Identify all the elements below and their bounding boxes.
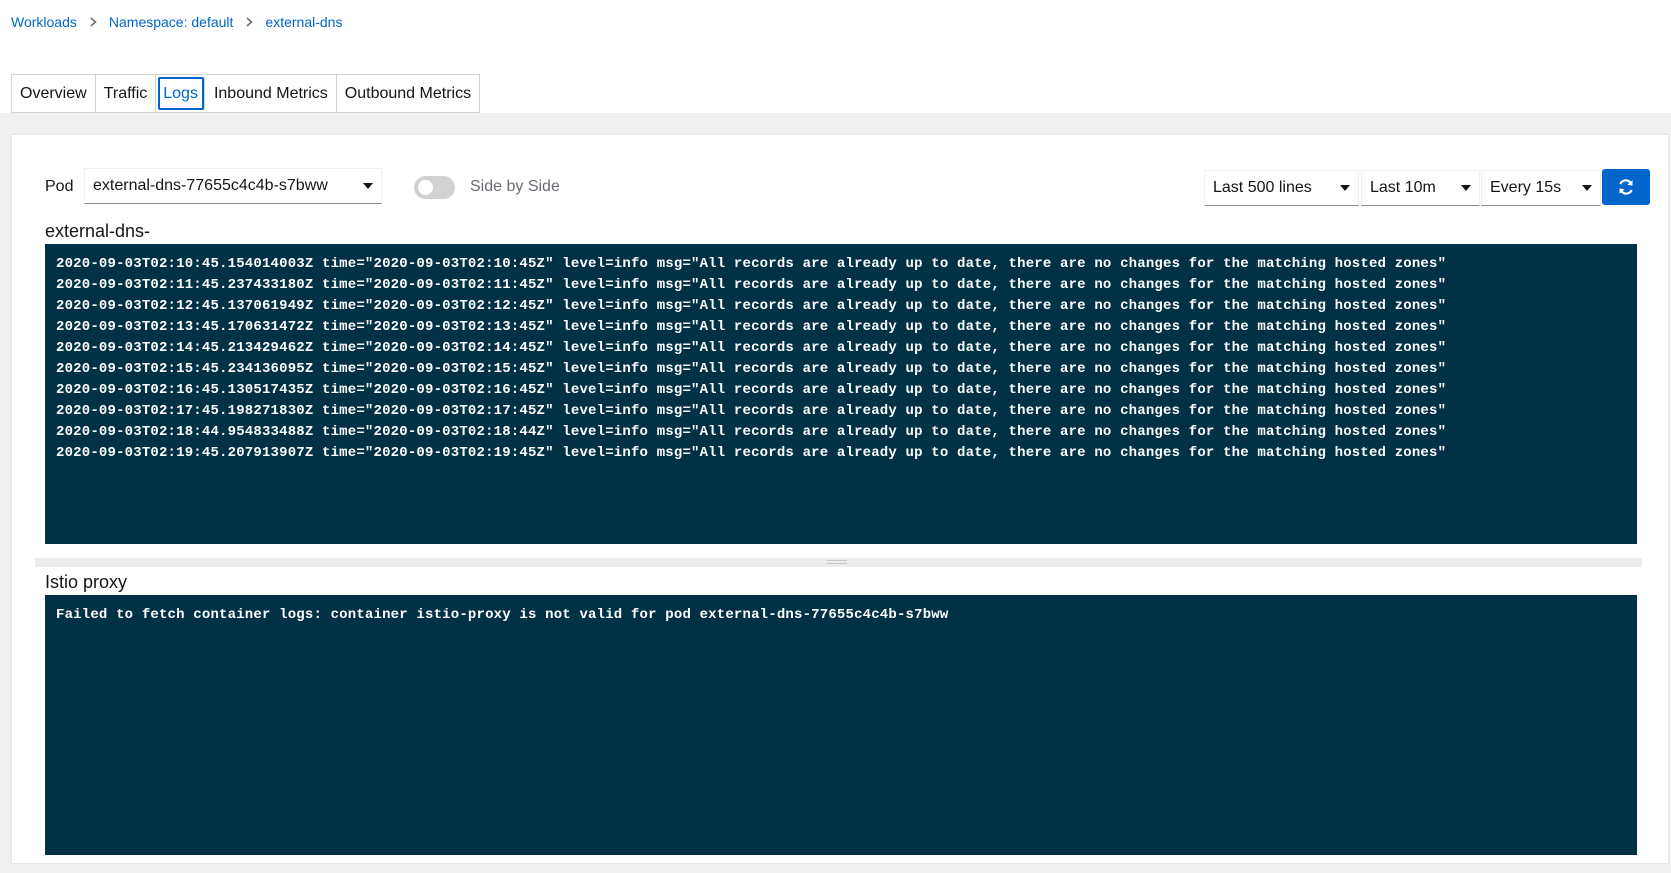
pod-select-value: external-dns-77655c4c4b-s7bww <box>93 177 328 194</box>
side-by-side-label: Side by Side <box>470 178 560 195</box>
container-log-panel[interactable]: 2020-09-03T02:10:45.154014003Z time="202… <box>45 244 1637 544</box>
side-by-side-toggle[interactable] <box>414 176 455 199</box>
breadcrumb: Workloads Namespace: default external-dn… <box>11 14 342 30</box>
refresh-interval-select[interactable]: Every 15s <box>1481 170 1601 206</box>
log-line: 2020-09-03T02:18:44.954833488Z time="202… <box>56 424 1447 440</box>
log-line: 2020-09-03T02:12:45.137061949Z time="202… <box>56 298 1447 314</box>
pane-splitter[interactable] <box>35 558 1642 567</box>
refresh-icon <box>1619 179 1633 195</box>
pod-select[interactable]: external-dns-77655c4c4b-s7bww <box>84 168 382 204</box>
log-line: 2020-09-03T02:14:45.213429462Z time="202… <box>56 340 1447 356</box>
container-title: external-dns- <box>45 221 151 241</box>
time-range-select[interactable]: Last 10m <box>1361 170 1480 206</box>
detail-tabs: Overview Traffic Logs Inbound Metrics Ou… <box>11 74 481 113</box>
log-line: 2020-09-03T02:11:45.237433180Z time="202… <box>56 277 1447 293</box>
breadcrumb-namespace[interactable]: Namespace: default <box>109 14 234 30</box>
log-line: 2020-09-03T02:19:45.207913907Z time="202… <box>56 445 1447 461</box>
log-line: 2020-09-03T02:17:45.198271830Z time="202… <box>56 403 1447 419</box>
container-title: Istio proxy <box>45 572 128 592</box>
tab-inbound-metrics[interactable]: Inbound Metrics <box>206 75 337 112</box>
tab-logs[interactable]: Logs <box>157 76 205 111</box>
tab-traffic[interactable]: Traffic <box>96 75 157 112</box>
caret-down-icon <box>1582 185 1592 191</box>
tab-overview[interactable]: Overview <box>12 75 96 112</box>
caret-down-icon <box>363 183 373 189</box>
refresh-interval-value: Every 15s <box>1490 179 1562 196</box>
breadcrumb-workload[interactable]: external-dns <box>265 14 342 30</box>
proxy-log-panel[interactable]: Failed to fetch container logs: containe… <box>45 595 1637 855</box>
max-lines-select[interactable]: Last 500 lines <box>1204 170 1359 206</box>
log-line: 2020-09-03T02:10:45.154014003Z time="202… <box>56 256 1447 272</box>
caret-down-icon <box>1461 185 1471 191</box>
log-line: 2020-09-03T02:16:45.130517435Z time="202… <box>56 382 1447 398</box>
drag-handle-icon <box>827 560 847 564</box>
breadcrumb-workloads[interactable]: Workloads <box>11 14 77 30</box>
chevron-right-icon <box>90 17 97 27</box>
log-line: 2020-09-03T02:15:45.234136095Z time="202… <box>56 361 1447 377</box>
max-lines-value: Last 500 lines <box>1213 179 1312 196</box>
log-line: Failed to fetch container logs: containe… <box>56 607 949 623</box>
log-line: 2020-09-03T02:13:45.170631472Z time="202… <box>56 319 1447 335</box>
caret-down-icon <box>1340 185 1350 191</box>
pod-label: Pod <box>45 178 74 195</box>
time-range-value: Last 10m <box>1370 179 1436 196</box>
refresh-button[interactable] <box>1602 169 1650 205</box>
chevron-right-icon <box>246 17 254 27</box>
toggle-knob <box>418 180 433 195</box>
tab-outbound-metrics[interactable]: Outbound Metrics <box>337 75 479 112</box>
